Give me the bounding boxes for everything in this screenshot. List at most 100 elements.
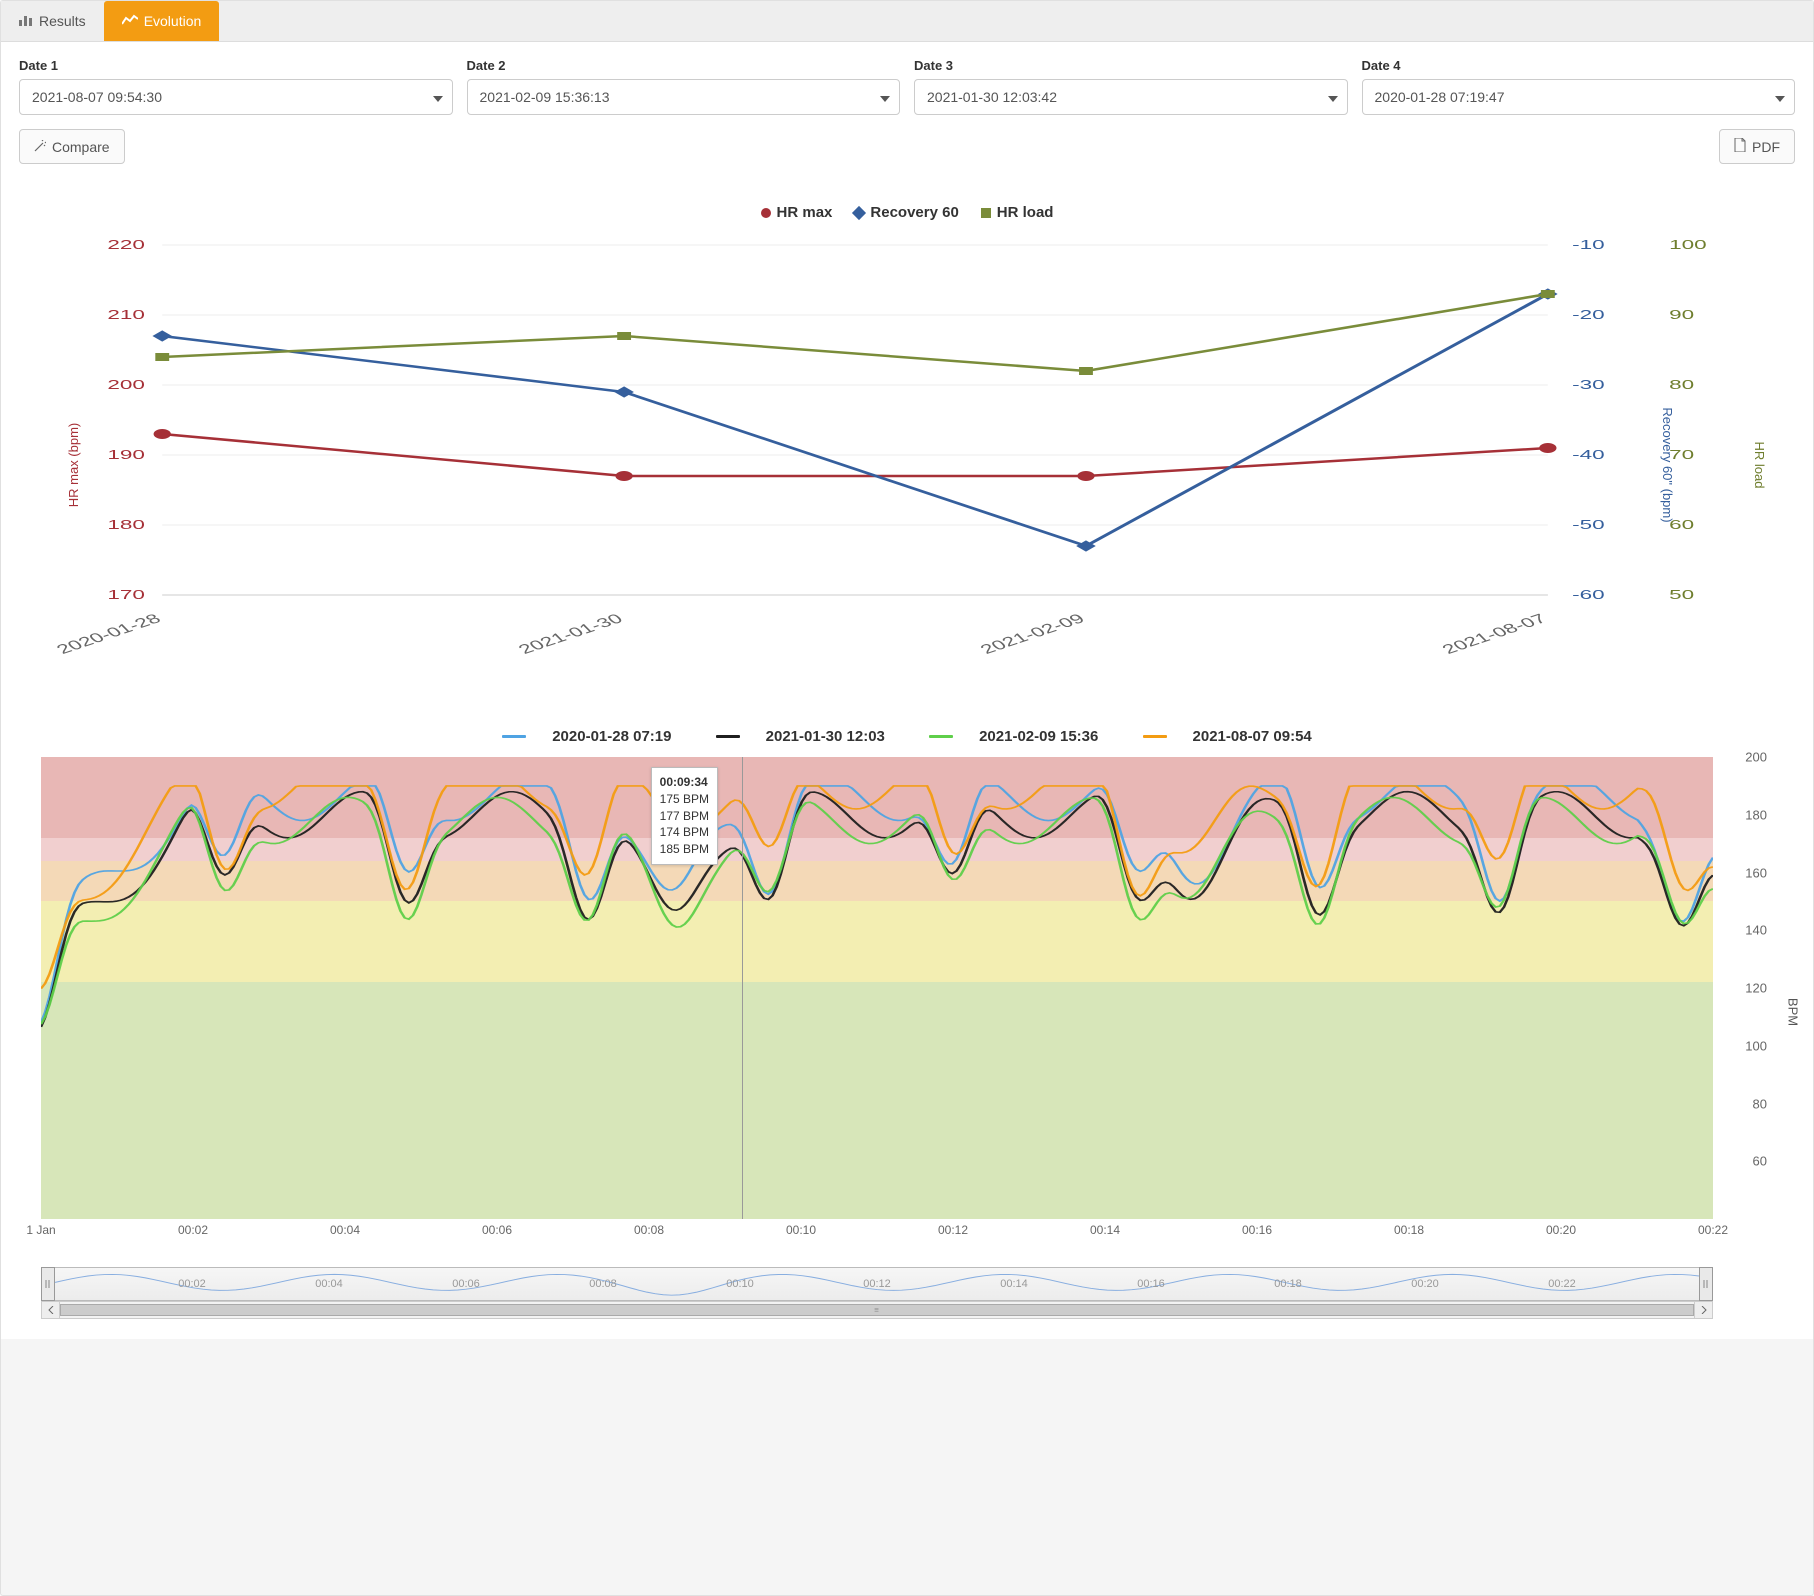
brush-tick: 00:02 <box>178 1278 206 1290</box>
x-tick: 00:04 <box>330 1223 360 1237</box>
brush-navigator[interactable]: 00:0200:0400:0600:0800:1000:1200:1400:16… <box>41 1267 1773 1301</box>
axis-hr-load-label: HR load <box>1752 442 1767 489</box>
svg-text:180: 180 <box>107 517 145 532</box>
axis-bpm-label: BPM <box>1785 998 1800 1026</box>
scroll-left-button[interactable] <box>42 1302 60 1318</box>
svg-text:50: 50 <box>1669 587 1694 602</box>
wand-icon <box>34 139 46 155</box>
date3-label: Date 3 <box>914 58 1348 73</box>
legend-hr-max[interactable]: HR max <box>761 204 833 221</box>
brush-handle-left[interactable] <box>41 1267 55 1301</box>
line-swatch-icon <box>929 735 953 738</box>
tab-evolution[interactable]: Evolution <box>104 1 220 41</box>
brush-handle-right[interactable] <box>1699 1267 1713 1301</box>
y-tick: 100 <box>1745 1038 1767 1053</box>
brush-tick: 00:04 <box>315 1278 343 1290</box>
brush-tick: 00:08 <box>589 1278 617 1290</box>
svg-text:220: 220 <box>107 237 145 252</box>
legend-hr-load[interactable]: HR load <box>981 204 1054 221</box>
brush-tick: 00:16 <box>1137 1278 1165 1290</box>
y-tick: 140 <box>1745 923 1767 938</box>
legend-series-3[interactable]: 2021-02-09 15:36 <box>919 728 1108 745</box>
svg-text:90: 90 <box>1669 307 1694 322</box>
x-tick: 00:20 <box>1546 1223 1576 1237</box>
line-swatch-icon <box>716 735 740 738</box>
button-label: PDF <box>1752 139 1780 155</box>
svg-text:100: 100 <box>1669 237 1707 252</box>
line-chart-icon <box>122 13 138 29</box>
legend-recovery-60[interactable]: Recovery 60 <box>854 204 958 221</box>
brush-tick: 00:10 <box>726 1278 754 1290</box>
svg-text:-50: -50 <box>1572 517 1605 532</box>
date2-label: Date 2 <box>467 58 901 73</box>
y-tick: 180 <box>1745 807 1767 822</box>
date1-label: Date 1 <box>19 58 453 73</box>
chart-tooltip: 00:09:34 175 BPM 177 BPM 174 BPM 185 BPM <box>651 767 718 865</box>
scrollbar-thumb[interactable]: ≡ <box>60 1304 1694 1316</box>
date3-select[interactable] <box>914 79 1348 115</box>
x-tick: 00:08 <box>634 1223 664 1237</box>
date4-label: Date 4 <box>1362 58 1796 73</box>
date1-select[interactable] <box>19 79 453 115</box>
axis-hr-max-label: HR max (bpm) <box>66 423 81 508</box>
filter-panel: Date 1 Date 2 Date 3 <box>1 41 1813 174</box>
brush-tick: 00:14 <box>1000 1278 1028 1290</box>
document-icon <box>1734 138 1746 155</box>
brush-tick: 00:12 <box>863 1278 891 1290</box>
horizontal-scrollbar[interactable]: ≡ <box>41 1301 1713 1319</box>
y-tick: 60 <box>1753 1154 1767 1169</box>
svg-text:-10: -10 <box>1572 237 1605 252</box>
bar-chart-icon <box>19 13 33 29</box>
button-label: Compare <box>52 139 110 155</box>
x-tick: 00:16 <box>1242 1223 1272 1237</box>
hr-compare-chart[interactable]: 00:09:34 175 BPM 177 BPM 174 BPM 185 BPM… <box>41 757 1773 1267</box>
brush-tick: 00:18 <box>1274 1278 1302 1290</box>
x-tick: 00:22 <box>1698 1223 1728 1237</box>
legend-series-4[interactable]: 2021-08-07 09:54 <box>1133 728 1322 745</box>
y-tick: 160 <box>1745 865 1767 880</box>
x-tick: 1 Jan <box>26 1223 55 1237</box>
y-tick: 200 <box>1745 750 1767 765</box>
brush-tick: 00:20 <box>1411 1278 1439 1290</box>
svg-text:2021-08-07: 2021-08-07 <box>1438 611 1551 657</box>
x-tick: 00:18 <box>1394 1223 1424 1237</box>
svg-text:210: 210 <box>107 307 145 322</box>
tab-results[interactable]: Results <box>1 1 104 41</box>
svg-text:80: 80 <box>1669 377 1694 392</box>
y-tick: 80 <box>1753 1096 1767 1111</box>
compare-button[interactable]: Compare <box>19 129 125 164</box>
svg-text:170: 170 <box>107 587 145 602</box>
svg-text:190: 190 <box>107 447 145 462</box>
x-tick: 00:14 <box>1090 1223 1120 1237</box>
svg-text:2021-01-30: 2021-01-30 <box>514 611 627 657</box>
x-tick: 00:02 <box>178 1223 208 1237</box>
hover-line <box>742 757 743 1219</box>
scroll-right-button[interactable] <box>1694 1302 1712 1318</box>
svg-text:-60: -60 <box>1572 587 1605 602</box>
line-swatch-icon <box>1143 735 1167 738</box>
diamond-icon <box>852 205 866 219</box>
svg-text:-20: -20 <box>1572 307 1605 322</box>
svg-text:-30: -30 <box>1572 377 1605 392</box>
tab-label: Evolution <box>144 13 202 29</box>
evolution-chart[interactable]: HR max (bpm) Recovery 60" (bpm) HR load … <box>41 235 1773 695</box>
legend-top: HR max Recovery 60 HR load <box>41 204 1773 221</box>
x-tick: 00:12 <box>938 1223 968 1237</box>
pdf-button[interactable]: PDF <box>1719 129 1795 164</box>
date2-select[interactable] <box>467 79 901 115</box>
svg-text:200: 200 <box>107 377 145 392</box>
legend-series-1[interactable]: 2020-01-28 07:19 <box>492 728 681 745</box>
tab-label: Results <box>39 13 86 29</box>
x-tick: 00:06 <box>482 1223 512 1237</box>
axis-recovery-label: Recovery 60" (bpm) <box>1660 407 1675 522</box>
legend-bottom: 2020-01-28 07:19 2021-01-30 12:03 2021-0… <box>41 725 1773 745</box>
dot-icon <box>761 208 771 218</box>
svg-text:2021-02-09: 2021-02-09 <box>976 611 1089 657</box>
square-icon <box>981 208 991 218</box>
brush-tick: 00:22 <box>1548 1278 1576 1290</box>
x-tick: 00:10 <box>786 1223 816 1237</box>
legend-series-2[interactable]: 2021-01-30 12:03 <box>706 728 895 745</box>
date4-select[interactable] <box>1362 79 1796 115</box>
brush-track[interactable]: 00:0200:0400:0600:0800:1000:1200:1400:16… <box>55 1267 1699 1301</box>
line-swatch-icon <box>502 735 526 738</box>
